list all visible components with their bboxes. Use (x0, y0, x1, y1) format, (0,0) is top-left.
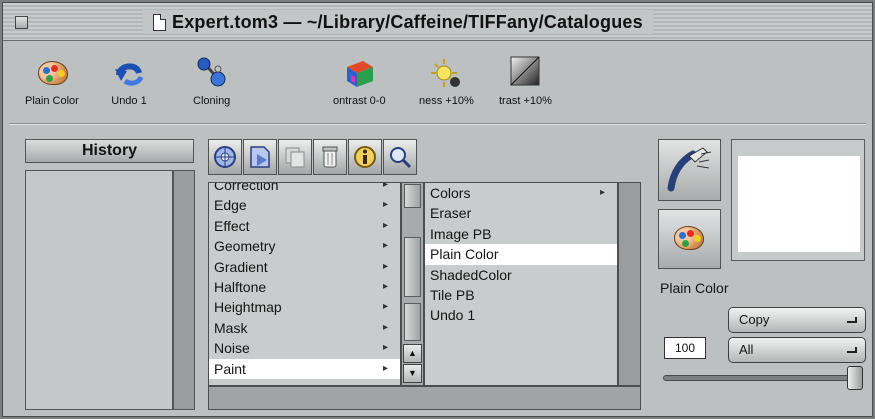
contrast-cube-icon (341, 55, 377, 91)
list-item[interactable]: Effect ▸ (209, 216, 400, 236)
info-button[interactable] (348, 139, 382, 175)
list-item[interactable]: Colors ▸ (425, 183, 617, 203)
submenu-arrow-icon: ▸ (382, 342, 388, 354)
list-item[interactable]: ShadedColor (425, 265, 617, 285)
toolbar-brightness[interactable]: ness +10% (419, 55, 474, 107)
list-item[interactable]: Geometry ▸ (209, 236, 400, 256)
info-icon (354, 146, 376, 168)
history-list[interactable] (25, 170, 173, 410)
preview-swatch (738, 156, 860, 252)
title-bar[interactable]: Expert.tom3 — ~/Library/Caffeine/TIFFany… (3, 3, 872, 41)
opacity-slider-thumb[interactable] (847, 366, 863, 390)
gear-icon (214, 146, 236, 168)
toolbar: Plain Color Undo 1 Cloning ontrast 0-0 n… (3, 43, 872, 123)
search-button[interactable] (383, 139, 417, 175)
category-list[interactable]: Correction ▸ Edge ▸ Effect ▸ Geometry ▸ Grad… (208, 182, 401, 386)
brightness-sparkle-icon (428, 55, 464, 91)
toolbar-label: trast +10% (499, 95, 552, 107)
submenu-arrow-icon: ▸ (382, 219, 388, 231)
chevron-down-icon (847, 347, 857, 353)
submenu-arrow-icon: ▸ (382, 182, 388, 190)
list-item[interactable]: Edge ▸ (209, 195, 400, 215)
submenu-arrow-icon: ▸ (382, 301, 388, 313)
list-item[interactable]: Halftone ▸ (209, 277, 400, 297)
toolbar-label: ontrast 0-0 (333, 95, 386, 107)
toolbar-cloning[interactable]: Cloning (193, 55, 230, 107)
undo-icon (111, 55, 147, 91)
list-item[interactable]: Undo 1 (425, 305, 617, 325)
list-item[interactable]: Mask ▸ (209, 318, 400, 338)
scroll-thumb[interactable] (404, 184, 421, 208)
toolbar-plain-color[interactable]: Plain Color (25, 55, 79, 107)
history-scrollbar[interactable] (173, 170, 195, 410)
toolbar-undo[interactable]: Undo 1 (111, 55, 147, 107)
submenu-arrow-icon: ▸ (382, 260, 388, 272)
toolbar-divider (9, 123, 866, 125)
toolbar-contrast-gradient[interactable]: trast +10% (499, 55, 552, 107)
scroll-down-button[interactable]: ▼ (403, 364, 422, 383)
submenu-arrow-icon: ▸ (382, 240, 388, 252)
submenu-arrow-icon: ▸ (382, 280, 388, 292)
palette-icon (34, 55, 70, 91)
magnifier-icon (390, 147, 412, 169)
trash-can-icon (322, 146, 338, 168)
scroll-thumb[interactable] (404, 303, 421, 341)
list-item[interactable]: Heightmap ▸ (209, 297, 400, 317)
tool-list[interactable]: Colors ▸ Eraser Image PB Plain Color Shad… (424, 182, 618, 386)
cloning-icon (194, 55, 230, 91)
scroll-thumb[interactable] (404, 237, 421, 297)
submenu-arrow-icon: ▸ (382, 199, 388, 211)
opacity-slider-track[interactable] (663, 375, 863, 381)
window-title-group: Expert.tom3 — ~/Library/Caffeine/TIFFany… (143, 10, 653, 34)
history-header[interactable]: History (25, 139, 194, 163)
list-item-selected[interactable]: Paint ▸ (209, 358, 400, 379)
list-item[interactable]: Noise ▸ (209, 338, 400, 358)
open-page-button[interactable] (243, 139, 277, 175)
mode-select[interactable]: Copy (728, 307, 866, 333)
window-title: Expert.tom3 — ~/Library/Caffeine/TIFFany… (172, 11, 643, 32)
toolbar-label: Undo 1 (111, 95, 147, 107)
gear-button[interactable] (208, 139, 242, 175)
toolbar-label: Cloning (193, 95, 231, 107)
color-preview (731, 139, 865, 261)
list-item[interactable]: Gradient ▸ (209, 257, 400, 277)
delete-button[interactable] (313, 139, 347, 175)
close-box-button[interactable] (15, 16, 28, 29)
document-icon (153, 13, 166, 31)
contrast-gradient-icon (507, 55, 543, 91)
category-scrollbar[interactable]: ▲ ▼ (401, 182, 424, 386)
duplicate-button[interactable] (278, 139, 312, 175)
channel-select[interactable]: All (728, 337, 866, 363)
submenu-arrow-icon: ▸ (599, 187, 605, 198)
toolbar-label: Plain Color (25, 95, 79, 107)
scroll-up-button[interactable]: ▲ (403, 344, 422, 363)
toolbar-contrast[interactable]: ontrast 0-0 (333, 55, 386, 107)
tool-scrollbar[interactable] (618, 182, 641, 386)
app-window: Expert.tom3 — ~/Library/Caffeine/TIFFany… (2, 2, 873, 417)
list-item[interactable]: Eraser (425, 203, 617, 223)
list-item-selected[interactable]: Plain Color (425, 244, 617, 265)
chevron-down-icon (847, 317, 857, 323)
brush-icon (667, 147, 712, 192)
palette-icon (674, 226, 710, 256)
page-arrow-icon (250, 146, 270, 168)
opacity-field[interactable]: 100 (664, 337, 706, 359)
submenu-arrow-icon: ▸ (382, 362, 388, 374)
copy-icon (285, 147, 305, 168)
color-tool-button[interactable] (658, 209, 721, 269)
toolbar-label: ness +10% (419, 95, 474, 107)
selected-tool-name: Plain Color (660, 280, 729, 296)
horizontal-scrollbar[interactable] (208, 386, 641, 410)
list-item[interactable]: Image PB (425, 224, 617, 244)
brush-tool-button[interactable] (658, 139, 721, 201)
list-item[interactable]: Correction ▸ (209, 182, 400, 195)
list-item[interactable]: Tile PB (425, 285, 617, 305)
submenu-arrow-icon: ▸ (382, 321, 388, 333)
